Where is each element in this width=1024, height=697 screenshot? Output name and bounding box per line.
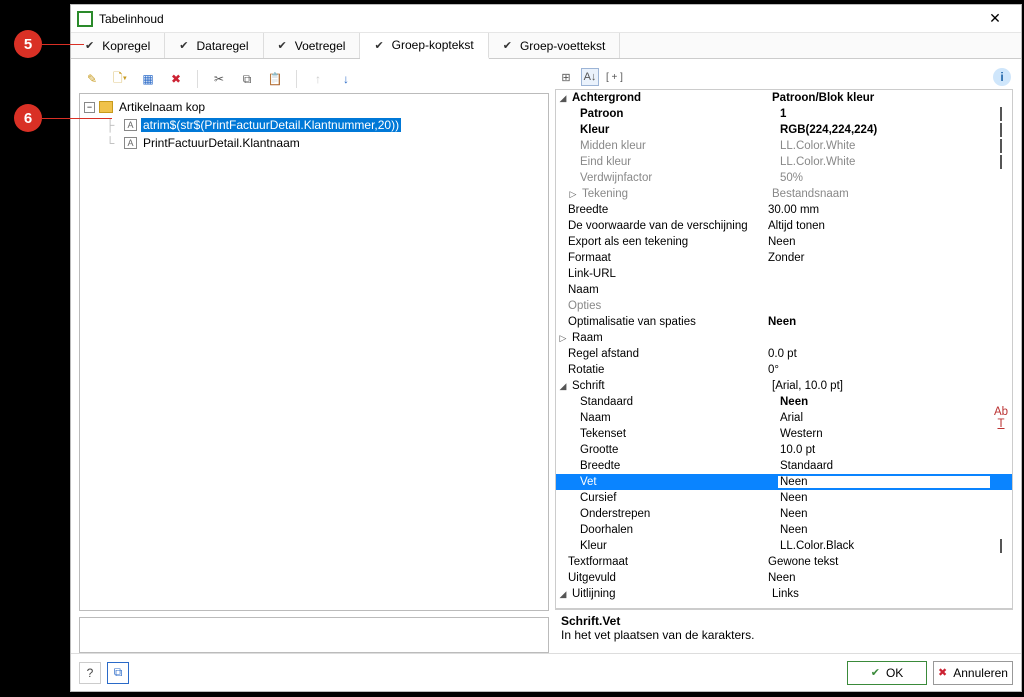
prop-cursief[interactable]: Cursief: [578, 492, 778, 504]
dialog-footer: ? ⧉ ✔OK ✖Annuleren: [71, 653, 1021, 691]
prop-optspaties[interactable]: Optimalisatie van spaties: [566, 316, 766, 328]
prop-tekening[interactable]: Tekening: [580, 188, 770, 200]
move-down-icon[interactable]: ↓: [337, 70, 355, 88]
cut-icon[interactable]: ✂: [210, 70, 228, 88]
prop-export[interactable]: Export als een tekening: [566, 236, 766, 248]
check-icon: ✔: [374, 39, 383, 52]
dialog-body: ✎ 🗋▾ ▦ ✖ ✂ ⧉ 📋 ↑ ↓ − Artikelnaam kop: [71, 59, 1021, 653]
prop-patroon[interactable]: Patroon: [578, 108, 778, 120]
tab-kopregel[interactable]: ✔Kopregel: [71, 33, 165, 58]
help-icon[interactable]: ?: [79, 662, 101, 684]
callout-5: 5: [14, 30, 42, 58]
sort-az-icon[interactable]: A↓: [581, 68, 599, 86]
left-toolbar: ✎ 🗋▾ ▦ ✖ ✂ ⧉ 📋 ↑ ↓: [79, 65, 549, 93]
tab-voetregel[interactable]: ✔Voetregel: [264, 33, 361, 58]
tree-root-label: Artikelnaam kop: [117, 100, 207, 114]
desc-title: Schrift.Vet: [561, 614, 1007, 628]
folder-icon: [99, 101, 113, 113]
check-icon: ✔: [871, 666, 880, 679]
field-tree[interactable]: − Artikelnaam kop ├ A atrim$(str$(PrintF…: [79, 93, 549, 611]
prop-uitlijning[interactable]: Uitlijning: [570, 588, 770, 600]
right-pane: ⊞ A↓ [ + ] i ◢AchtergrondPatroon/Blok kl…: [555, 65, 1013, 653]
tree-branch-icon: └: [100, 136, 120, 150]
left-pane: ✎ 🗋▾ ▦ ✖ ✂ ⧉ 📋 ↑ ↓ − Artikelnaam kop: [79, 65, 549, 653]
wand-icon[interactable]: ✎: [83, 70, 101, 88]
categorize-icon[interactable]: ⊞: [557, 68, 575, 86]
prop-onderstrepen[interactable]: Onderstrepen: [578, 508, 778, 520]
prop-voorwaarde[interactable]: De voorwaarde van de verschijning: [566, 220, 766, 232]
prop-tekenset[interactable]: Tekenset: [578, 428, 778, 440]
prop-schrift-breedte[interactable]: Breedte: [578, 460, 778, 472]
prop-textformaat[interactable]: Textformaat: [566, 556, 766, 568]
window-title: Tabelinhoud: [99, 12, 975, 26]
prop-verdwijnfactor[interactable]: Verdwijnfactor: [578, 172, 778, 184]
tree-root[interactable]: − Artikelnaam kop: [84, 98, 544, 116]
prop-schrift-kleur[interactable]: Kleur: [578, 540, 778, 552]
prop-uitgevuld[interactable]: Uitgevuld: [566, 572, 766, 584]
tree-branch-icon: ├: [100, 118, 120, 132]
prop-linkurl[interactable]: Link-URL: [566, 268, 766, 280]
check-icon: ✔: [179, 39, 188, 52]
prop-schrift-naam[interactable]: Naam: [578, 412, 778, 424]
new-dropdown-icon[interactable]: 🗋▾: [111, 70, 129, 88]
grid-icon[interactable]: ▦: [139, 70, 157, 88]
property-toolbar: ⊞ A↓ [ + ] i: [555, 65, 1013, 89]
check-icon: ✔: [503, 39, 512, 52]
prop-eindkleur[interactable]: Eind kleur: [578, 156, 778, 168]
delete-icon[interactable]: ✖: [167, 70, 185, 88]
text-field-icon: A: [124, 137, 137, 149]
check-icon: ✔: [278, 39, 287, 52]
expand-all-button[interactable]: [ + ]: [605, 68, 624, 86]
prop-naam[interactable]: Naam: [566, 284, 766, 296]
prop-achtergrond[interactable]: Achtergrond: [570, 92, 770, 104]
tree-item-1[interactable]: ├ A atrim$(str$(PrintFactuurDetail.Klant…: [84, 116, 544, 134]
copy-icon[interactable]: ⧉: [238, 70, 256, 88]
tab-dataregel[interactable]: ✔Dataregel: [165, 33, 263, 58]
prop-kleur[interactable]: Kleur: [578, 124, 778, 136]
close-icon: ✖: [938, 666, 947, 679]
desc-text: In het vet plaatsen van de karakters.: [561, 628, 1007, 642]
close-button[interactable]: ✕: [975, 7, 1015, 31]
prop-doorhalen[interactable]: Doorhalen: [578, 524, 778, 536]
property-description: Schrift.Vet In het vet plaatsen van de k…: [555, 609, 1013, 653]
collapse-icon[interactable]: −: [84, 102, 95, 113]
prop-schrift[interactable]: Schrift: [570, 380, 770, 392]
tab-groep-voettekst[interactable]: ✔Groep-voettekst: [489, 33, 621, 58]
prop-rotatie[interactable]: Rotatie: [566, 364, 766, 376]
app-icon: [77, 11, 93, 27]
callout-6: 6: [14, 104, 42, 132]
property-grid[interactable]: ◢AchtergrondPatroon/Blok kleur Patroon1 …: [555, 89, 1013, 609]
tree-item-1-label: atrim$(str$(PrintFactuurDetail.Klantnumm…: [141, 118, 401, 132]
prop-formaat[interactable]: Formaat: [566, 252, 766, 264]
windows-icon[interactable]: ⧉: [107, 662, 129, 684]
prop-middenkleur[interactable]: Midden kleur: [578, 140, 778, 152]
text-field-icon: A: [124, 119, 137, 131]
cancel-button[interactable]: ✖Annuleren: [933, 661, 1013, 685]
tree-item-2[interactable]: └ A PrintFactuurDetail.Klantnaam: [84, 134, 544, 152]
check-icon: ✔: [85, 39, 94, 52]
move-up-icon: ↑: [309, 70, 327, 88]
prop-vet[interactable]: Vet: [578, 476, 778, 488]
dialog-tabelinhoud: Tabelinhoud ✕ ✔Kopregel ✔Dataregel ✔Voet…: [70, 4, 1022, 692]
prop-standaard[interactable]: Standaard: [578, 396, 778, 408]
tab-groep-koptekst[interactable]: ✔Groep-koptekst: [360, 33, 488, 59]
expression-input[interactable]: [79, 617, 549, 653]
info-icon[interactable]: i: [993, 68, 1011, 86]
prop-raam[interactable]: Raam: [570, 332, 770, 344]
prop-breedte[interactable]: Breedte: [566, 204, 766, 216]
prop-opties[interactable]: Opties: [566, 300, 766, 312]
tree-item-2-label: PrintFactuurDetail.Klantnaam: [141, 136, 302, 150]
prop-regelafstand[interactable]: Regel afstand: [566, 348, 766, 360]
tabs: ✔Kopregel ✔Dataregel ✔Voetregel ✔Groep-k…: [71, 33, 1021, 59]
paste-icon: 📋: [266, 70, 284, 88]
prop-grootte[interactable]: Grootte: [578, 444, 778, 456]
titlebar: Tabelinhoud ✕: [71, 5, 1021, 33]
ok-button[interactable]: ✔OK: [847, 661, 927, 685]
